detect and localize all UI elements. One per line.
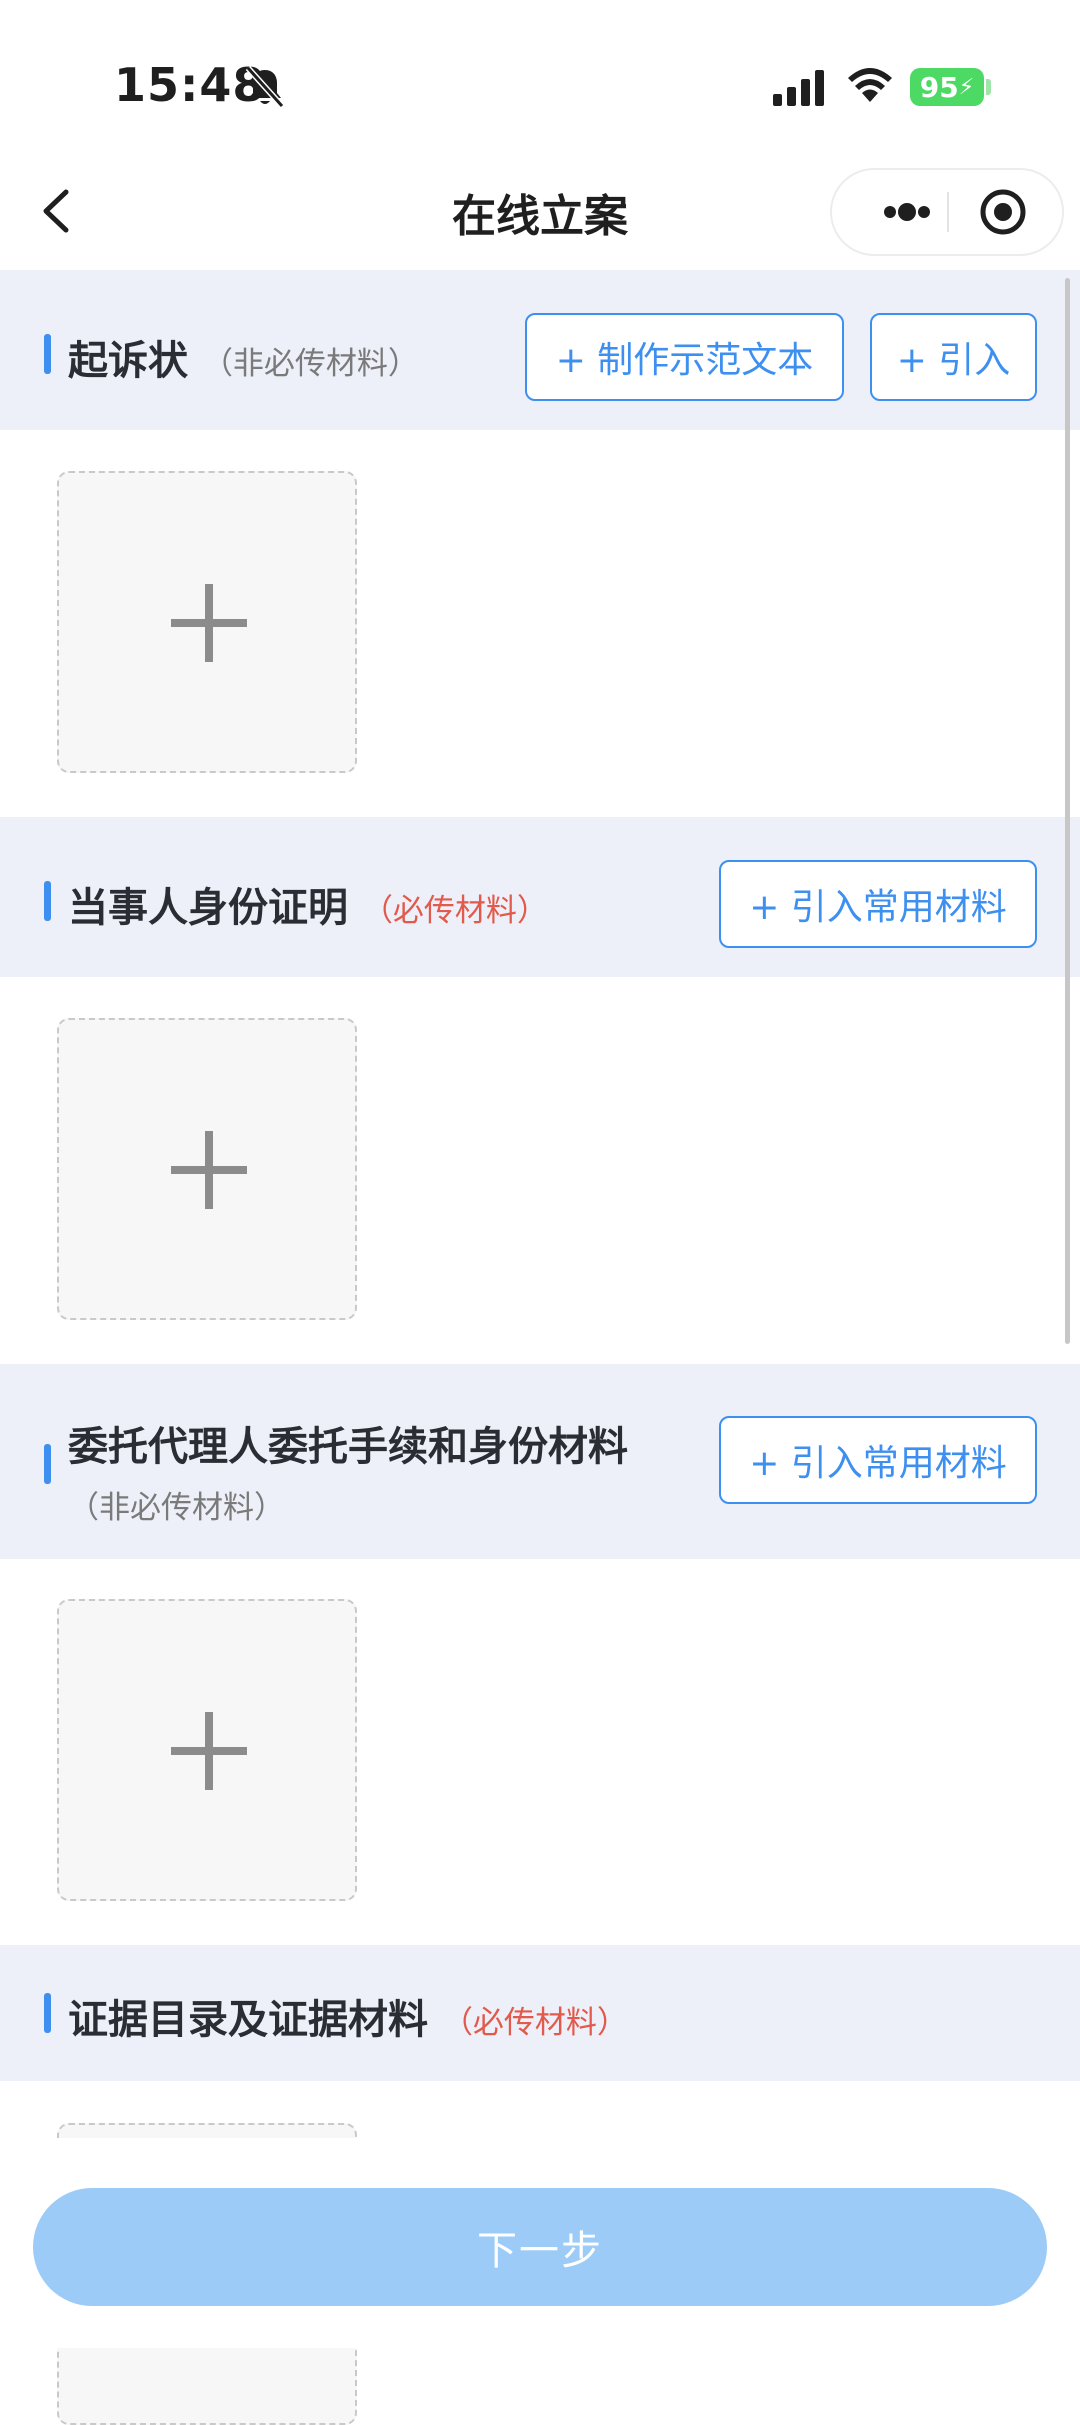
section-note-required: （必传材料） bbox=[361, 893, 548, 929]
section-note: （非必传材料） bbox=[68, 1490, 285, 1526]
scrollbar[interactable] bbox=[1065, 278, 1070, 1344]
make-template-button[interactable]: + 制作示范文本 bbox=[525, 313, 844, 401]
upload-box[interactable] bbox=[57, 1018, 357, 1320]
bell-slash-icon bbox=[245, 65, 285, 109]
section-title-text: 起诉状 bbox=[68, 338, 188, 384]
section-note-required: （必传材料） bbox=[441, 2005, 628, 2041]
section-header-complaint: 起诉状 （非必传材料） + 制作示范文本 + 引入 bbox=[0, 270, 1080, 430]
section-title: 委托代理人委托手续和身份材料 bbox=[68, 1414, 628, 1472]
section-accent-bar bbox=[44, 1444, 51, 1484]
upload-area-agent bbox=[0, 1559, 1080, 1945]
battery-cap bbox=[986, 79, 991, 95]
section-accent-bar bbox=[44, 334, 51, 374]
import-button[interactable]: + 引入 bbox=[870, 313, 1037, 401]
section-accent-bar bbox=[44, 881, 51, 921]
battery-charging-icon: 95 ⚡ bbox=[910, 68, 984, 106]
cellular-signal-icon bbox=[773, 70, 824, 106]
upload-box[interactable] bbox=[57, 1599, 357, 1901]
section-accent-bar bbox=[44, 1993, 51, 2033]
section-header-agent: 委托代理人委托手续和身份材料 （非必传材料） + 引入常用材料 bbox=[0, 1364, 1080, 1559]
status-time: 15:48 bbox=[114, 58, 266, 112]
section-header-party-id: 当事人身份证明 （必传材料） + 引入常用材料 bbox=[0, 817, 1080, 977]
nav-bar: 在线立案 bbox=[0, 150, 1080, 270]
section-title: 起诉状 （非必传材料） bbox=[68, 328, 419, 386]
status-bar: 15:48 95 ⚡ bbox=[0, 0, 1080, 150]
capsule-divider bbox=[947, 192, 949, 232]
next-step-button[interactable]: 下一步 bbox=[33, 2188, 1047, 2306]
materials-list: 起诉状 （非必传材料） + 制作示范文本 + 引入 当事人身份证明 （必传材料）… bbox=[0, 270, 1080, 2425]
section-title-text: 当事人身份证明 bbox=[68, 885, 348, 931]
plus-icon bbox=[171, 584, 247, 662]
charging-bolt-icon: ⚡ bbox=[958, 74, 975, 100]
import-common-materials-button[interactable]: + 引入常用材料 bbox=[719, 860, 1037, 948]
section-title-text: 委托代理人委托手续和身份材料 bbox=[68, 1424, 628, 1470]
upload-area-complaint bbox=[0, 430, 1080, 817]
upload-area-party-id bbox=[0, 977, 1080, 1364]
record-circle-icon[interactable] bbox=[979, 188, 1027, 236]
wifi-icon bbox=[848, 68, 892, 102]
import-common-materials-button[interactable]: + 引入常用材料 bbox=[719, 1416, 1037, 1504]
plus-icon bbox=[171, 1712, 247, 1790]
section-note: （非必传材料） bbox=[201, 346, 419, 382]
section-title: 证据目录及证据材料 （必传材料） bbox=[68, 1987, 628, 2045]
mini-program-capsule bbox=[830, 168, 1064, 256]
section-title: 当事人身份证明 （必传材料） bbox=[68, 875, 548, 933]
section-header-evidence: 证据目录及证据材料 （必传材料） bbox=[0, 1945, 1080, 2081]
battery-level: 95 bbox=[919, 70, 959, 104]
more-dots-icon[interactable] bbox=[862, 170, 948, 254]
plus-icon bbox=[171, 1131, 247, 1209]
upload-box[interactable] bbox=[57, 471, 357, 773]
section-title-text: 证据目录及证据材料 bbox=[68, 1997, 428, 2043]
